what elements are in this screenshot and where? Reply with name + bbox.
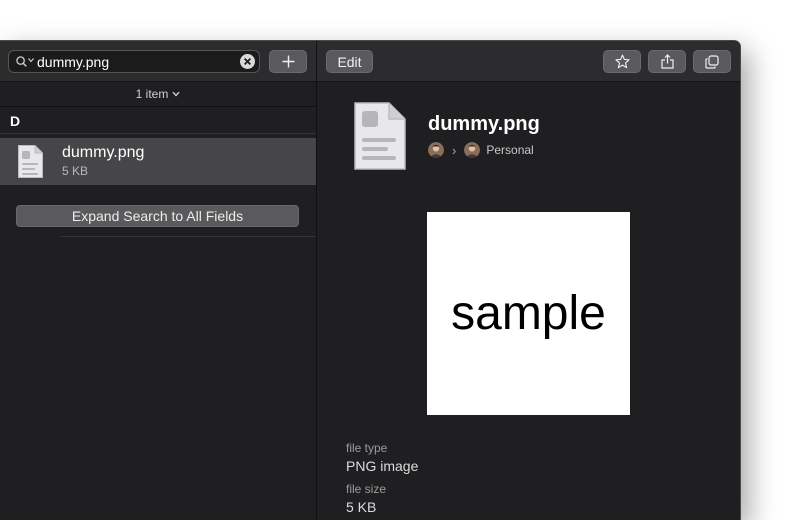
file-type-label: file type [346,441,388,455]
item-detail-pane: Edit dummy.png › Personal sample file ty… [317,41,740,520]
edit-button[interactable]: Edit [326,50,373,73]
item-count-label: 1 item [135,87,169,101]
image-preview[interactable]: sample [427,212,630,415]
app-window: 1 item D dummy.png 5 KB Expand Search to… [0,40,741,520]
vault-name[interactable]: Personal [486,143,533,157]
document-icon [354,102,406,170]
section-header: D [10,113,21,129]
item-count-dropdown[interactable]: 1 item [0,82,316,107]
magnifier-icon[interactable] [16,56,27,67]
preview-text: sample [451,287,606,340]
divider [60,236,316,237]
list-item[interactable]: dummy.png 5 KB [0,138,316,185]
breadcrumb: › Personal [428,141,534,159]
duplicate-button[interactable] [693,50,731,73]
divider [0,133,316,134]
chevron-right-icon: › [452,142,457,158]
list-item-name: dummy.png [62,144,145,161]
search-input[interactable] [37,53,237,70]
document-icon [18,145,43,178]
item-list-pane: 1 item D dummy.png 5 KB Expand Search to… [0,41,317,520]
add-item-button[interactable] [269,50,307,73]
expand-search-button[interactable]: Expand Search to All Fields [16,205,299,227]
chevron-down-icon[interactable] [28,57,34,63]
plus-icon [282,55,294,68]
detail-toolbar: Edit [317,41,740,82]
chevron-down-icon [172,91,180,97]
share-button[interactable] [648,50,686,73]
list-toolbar [0,41,316,82]
star-icon [614,54,630,69]
clear-icon[interactable] [240,54,255,69]
file-type-value: PNG image [346,458,419,474]
item-title: dummy.png [428,113,540,135]
duplicate-icon [705,54,719,69]
file-size-label: file size [346,482,387,496]
search-field[interactable] [8,50,260,73]
share-icon [660,54,674,69]
list-item-size: 5 KB [62,164,89,178]
vault-avatar[interactable] [464,142,481,158]
favorite-button[interactable] [603,50,641,73]
file-size-value: 5 KB [346,499,377,515]
account-avatar[interactable] [428,142,444,158]
